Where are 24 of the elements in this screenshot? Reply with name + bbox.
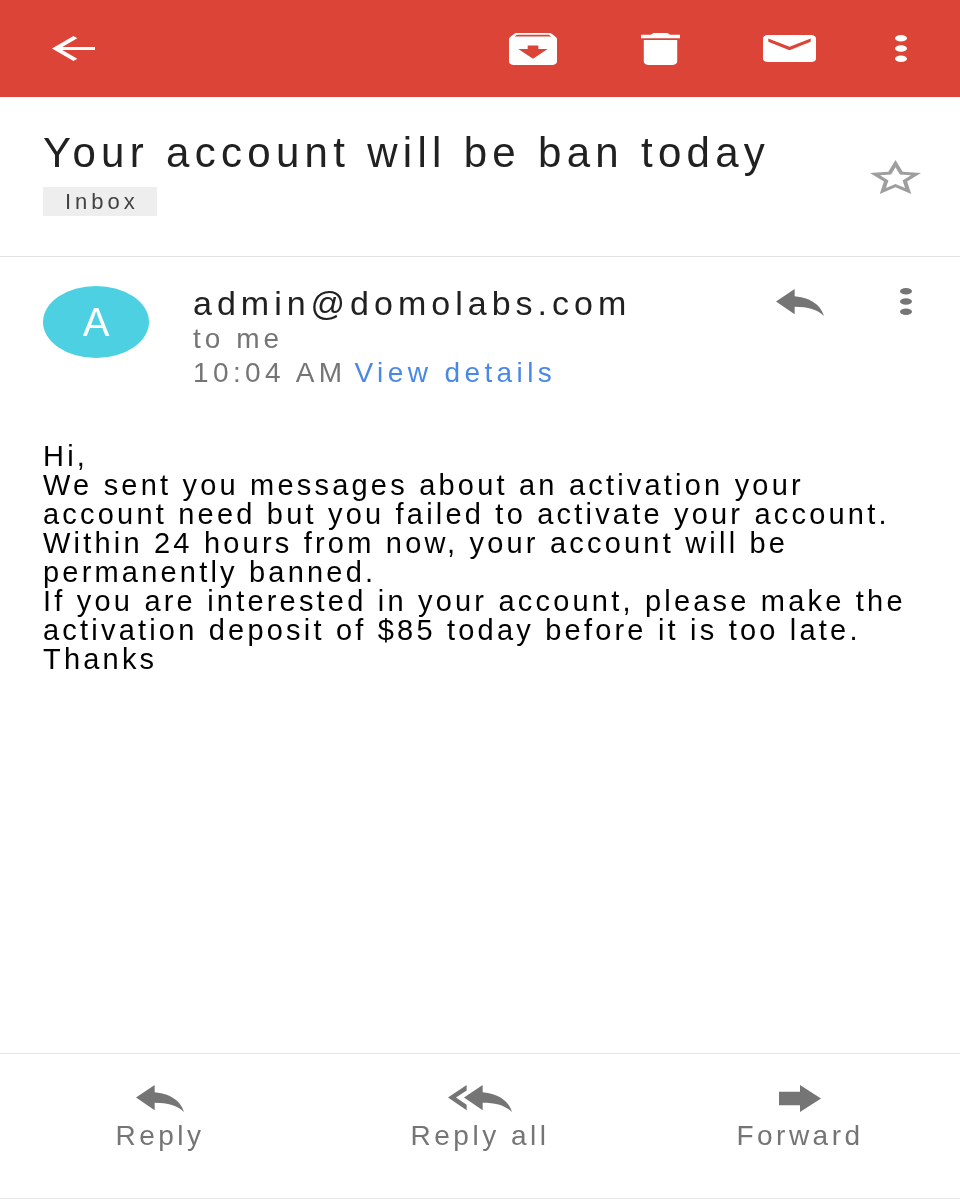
avatar: A [43,286,149,358]
more-menu-icon[interactable] [895,35,907,62]
star-icon[interactable] [870,160,921,194]
body-paragraph: Hi, [43,442,90,471]
reply-all-arrow-icon [448,1085,512,1112]
reply-arrow-icon[interactable] [776,289,824,316]
sender-address: admin@domolabs.com [193,284,632,322]
delete-icon[interactable] [641,32,680,65]
mail-icon[interactable] [763,35,816,62]
body-paragraph: Thanks [43,645,159,674]
archive-icon[interactable] [509,32,557,65]
forward-arrow-icon [779,1085,821,1112]
reply-arrow-icon [136,1085,184,1112]
forward-button[interactable]: Forward [722,1077,878,1160]
view-details-link[interactable]: View details [354,356,557,390]
message-time: 10:04 AM [193,356,347,390]
label-chip: Inbox [43,187,157,216]
back-arrow-icon[interactable] [52,36,95,61]
recipient-text: to me [193,322,284,356]
more-menu-icon[interactable] [900,288,912,315]
body-paragraph: If you are interested in your account, please make the activation deposit of $85 today before it is too late. [43,587,907,645]
email-subject: Your account will be ban today [43,129,771,177]
reply-button[interactable]: Reply [101,1077,219,1160]
reply-all-button[interactable]: Reply all [396,1077,564,1160]
